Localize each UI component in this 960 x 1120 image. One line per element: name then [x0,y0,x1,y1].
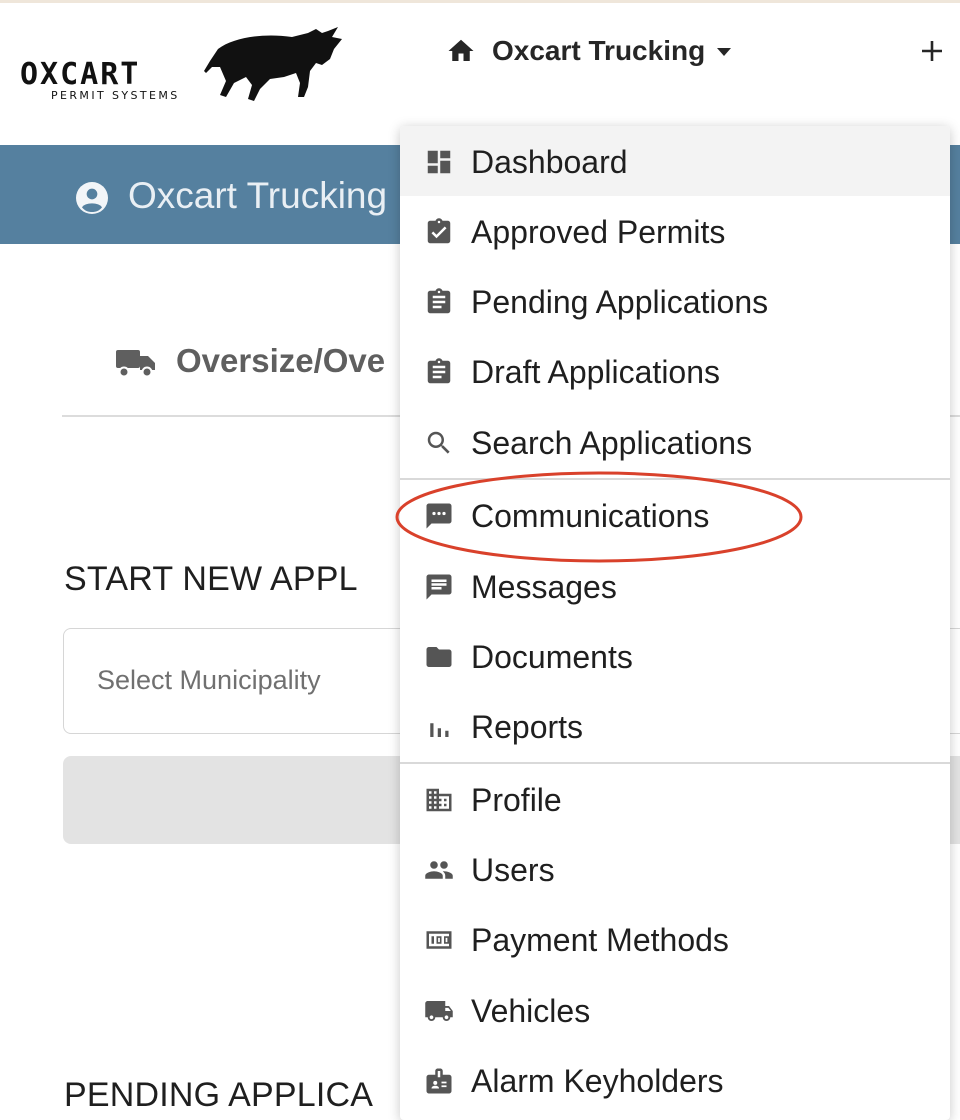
menu-item-draft-applications[interactable]: Draft Applications [400,336,950,406]
plus-icon[interactable] [918,37,946,65]
money-icon [426,931,452,949]
menu-item-communications[interactable]: Communications [400,480,950,550]
menu-item-reports[interactable]: Reports [400,691,950,761]
logo-subtitle: PERMIT SYSTEMS [51,89,180,102]
menu-item-alarm-keyholders[interactable]: Alarm Keyholders [400,1045,950,1115]
building-icon [426,788,452,812]
banner-account-name: Oxcart Trucking [128,175,388,216]
clipboard-icon [427,358,451,384]
menu-item-users[interactable]: Users [400,834,950,904]
logo-wordmark: OXCART [20,57,141,92]
header: OXCART PERMIT SYSTEMS Oxcart Trucking [0,3,960,145]
oxcart-logo[interactable]: OXCART PERMIT SYSTEMS [18,27,348,107]
municipality-placeholder: Select Municipality [97,665,321,695]
menu-label: Alarm Keyholders [471,1063,724,1099]
tab-oversize[interactable]: Oversize/Ove [176,342,385,380]
menu-item-vehicles[interactable]: Vehicles [400,975,950,1045]
truck-icon [116,350,155,378]
menu-label: Search Applications [471,425,753,461]
menu-item-approved-permits[interactable]: Approved Permits [400,196,950,266]
chat-dots-icon [426,503,452,529]
account-switcher[interactable]: Oxcart Trucking [446,31,732,71]
folder-icon [426,647,452,667]
account-dropdown-menu: Dashboard Approved Permits Pending Appli… [400,126,950,1120]
menu-label: Documents [471,639,633,675]
menu-label: Messages [471,569,617,605]
menu-item-payment-methods[interactable]: Payment Methods [400,904,950,974]
menu-item-documents[interactable]: Documents [400,621,950,691]
bar-chart-icon [430,723,449,737]
menu-label: Users [471,852,555,888]
search-icon [427,431,450,454]
menu-item-dashboard[interactable]: Dashboard [400,126,950,196]
start-application-title: START NEW APPL [64,560,358,598]
menu-label: Vehicles [471,993,591,1029]
home-icon [448,39,474,61]
menu-label: Payment Methods [471,922,729,958]
truck-icon [425,1001,453,1021]
menu-item-profile[interactable]: Profile [400,764,950,834]
dashboard-icon [427,150,451,174]
account-circle-icon [76,182,108,214]
account-name: Oxcart Trucking [492,35,706,66]
caret-down-icon [717,48,732,56]
menu-label: Dashboard [471,144,628,180]
bull-icon [204,27,342,101]
menu-label: Profile [471,782,562,818]
clipboard-check-icon [427,218,451,244]
menu-label: Reports [471,709,584,745]
clipboard-icon [427,288,451,314]
menu-label: Pending Applications [471,284,769,320]
people-icon [425,861,453,879]
menu-label: Draft Applications [471,354,721,390]
badge-icon [426,1068,452,1094]
menu-label: Communications [471,498,710,534]
menu-item-messages[interactable]: Messages [400,551,950,621]
pending-applications-title: PENDING APPLICA [64,1076,374,1114]
menu-label: Approved Permits [471,214,726,250]
menu-item-pending-applications[interactable]: Pending Applications [400,266,950,336]
message-icon [426,574,452,600]
menu-item-search-applications[interactable]: Search Applications [400,407,950,477]
